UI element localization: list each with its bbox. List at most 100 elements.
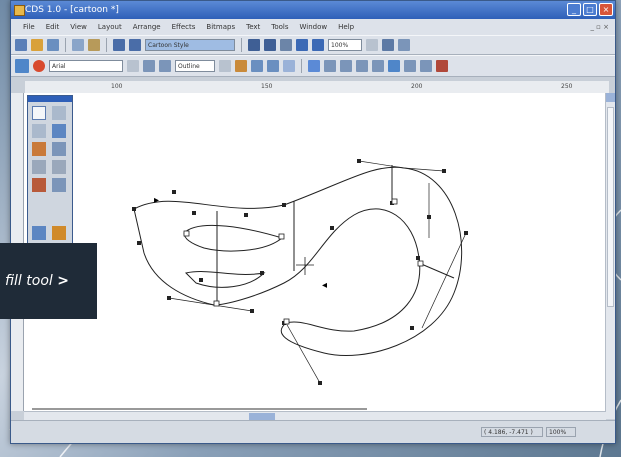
menu-layout[interactable]: Layout xyxy=(98,23,122,31)
cut-icon[interactable] xyxy=(72,39,84,51)
menu-edit[interactable]: Edit xyxy=(46,23,60,31)
pen-icon[interactable] xyxy=(436,60,448,72)
toolbar-separator xyxy=(301,59,302,73)
mdi-controls[interactable]: _ ▫ × xyxy=(590,23,609,31)
dropdown-arrow-icon[interactable] xyxy=(366,39,378,51)
control-handle[interactable] xyxy=(403,167,445,172)
auto-close-icon[interactable] xyxy=(420,60,432,72)
columns-icon[interactable] xyxy=(280,39,292,51)
undo-icon[interactable] xyxy=(113,39,125,51)
fill-tool-icon[interactable] xyxy=(52,226,66,240)
horizontal-scroll-thumb[interactable] xyxy=(249,413,275,420)
paste-icon[interactable] xyxy=(88,39,100,51)
align-icon[interactable] xyxy=(143,60,155,72)
title-bar: CDS 1.0 - [cartoon *] _ □ × xyxy=(11,1,615,19)
inner-shape[interactable] xyxy=(183,224,284,252)
app-icon xyxy=(14,5,25,16)
menu-file[interactable]: File xyxy=(23,23,35,31)
vertical-scrollbar[interactable] xyxy=(605,93,615,419)
launcher-icon[interactable] xyxy=(382,39,394,51)
menu-effects[interactable]: Effects xyxy=(172,23,196,31)
status-bar: ( 4.186, -7.471 ) 100% xyxy=(11,420,615,443)
zoom-tool-icon[interactable] xyxy=(52,124,66,138)
freehand-tool-icon[interactable] xyxy=(32,142,46,156)
callout-arrow: > xyxy=(57,273,69,289)
selected-nodes[interactable] xyxy=(183,198,424,325)
view-icon[interactable] xyxy=(296,39,308,51)
vertical-scroll-thumb[interactable] xyxy=(607,107,614,307)
menu-arrange[interactable]: Arrange xyxy=(133,23,161,31)
close-button[interactable]: × xyxy=(599,3,613,16)
join-nodes-icon[interactable] xyxy=(267,60,279,72)
pointer-icon: ▸ xyxy=(154,195,159,206)
options-icon[interactable] xyxy=(398,39,410,51)
toolbar-separator xyxy=(65,38,66,52)
menu-bitmaps[interactable]: Bitmaps xyxy=(206,23,235,31)
outline-select[interactable]: Outline xyxy=(175,60,215,72)
fill-tool-callout: fill tool > xyxy=(0,243,97,319)
toolbox-header[interactable] xyxy=(28,96,72,102)
font-select[interactable]: Arial xyxy=(49,60,123,72)
record-icon[interactable] xyxy=(33,60,45,72)
eyedropper-tool-icon[interactable] xyxy=(32,226,46,240)
toolbar-separator xyxy=(241,38,242,52)
window-title: CDS 1.0 - [cartoon *] xyxy=(25,5,119,15)
shape-tool-icon[interactable] xyxy=(52,106,66,120)
ruler-label: 200 xyxy=(411,83,423,90)
to-curve-icon[interactable] xyxy=(324,60,336,72)
zoom-in-icon[interactable] xyxy=(248,39,260,51)
zoom-level-select[interactable]: 100% xyxy=(328,39,362,51)
toolbar-separator xyxy=(106,38,107,52)
menu-tools[interactable]: Tools xyxy=(271,23,288,31)
open-icon[interactable] xyxy=(31,39,43,51)
extend-icon[interactable] xyxy=(404,60,416,72)
app-window: CDS 1.0 - [cartoon *] _ □ × File Edit Vi… xyxy=(10,0,616,444)
menu-view[interactable]: View xyxy=(70,23,87,31)
break-curve-icon[interactable] xyxy=(283,60,295,72)
symmetric-icon[interactable] xyxy=(372,60,384,72)
menu-text[interactable]: Text xyxy=(246,23,260,31)
pick-mode-icon[interactable] xyxy=(15,59,29,73)
pick-tool-icon[interactable] xyxy=(32,106,46,120)
ruler-label: 250 xyxy=(561,83,573,90)
node-add-icon[interactable] xyxy=(235,60,247,72)
distribute-icon[interactable] xyxy=(159,60,171,72)
ellipse-tool-icon[interactable] xyxy=(32,160,46,174)
inner-shape[interactable] xyxy=(184,271,266,288)
redo-icon[interactable] xyxy=(129,39,141,51)
reverse-icon[interactable] xyxy=(388,60,400,72)
minimize-button[interactable]: _ xyxy=(567,3,581,16)
to-line-icon[interactable] xyxy=(308,60,320,72)
interactive-tool-icon[interactable] xyxy=(32,178,46,192)
callout-text: fill tool xyxy=(5,273,53,289)
text-tool-icon[interactable] xyxy=(52,160,66,174)
dropdown-arrow-icon[interactable] xyxy=(219,60,231,72)
node-delete-icon[interactable] xyxy=(251,60,263,72)
property-bar: Arial Outline xyxy=(11,55,615,77)
scroll-up-icon[interactable] xyxy=(606,93,615,102)
ruler-label: 100 xyxy=(111,83,123,90)
control-handle[interactable] xyxy=(358,160,405,169)
zoom-out-icon[interactable] xyxy=(264,39,276,51)
style-field[interactable]: Cartoon Style xyxy=(145,39,235,51)
maximize-button[interactable]: □ xyxy=(583,3,597,16)
new-icon[interactable] xyxy=(15,39,27,51)
ruler-label: 150 xyxy=(261,83,273,90)
save-icon[interactable] xyxy=(47,39,59,51)
standard-toolbar: Cartoon Style 100% xyxy=(11,35,615,55)
menu-window[interactable]: Window xyxy=(300,23,328,31)
smooth-icon[interactable] xyxy=(356,60,368,72)
page-icon[interactable] xyxy=(312,39,324,51)
drawing-canvas[interactable]: ◂ ▸ xyxy=(24,93,608,411)
status-zoom: 100% xyxy=(546,427,576,437)
menu-help[interactable]: Help xyxy=(338,23,354,31)
toolbox xyxy=(27,95,73,257)
outline-tool-icon[interactable] xyxy=(52,178,66,192)
rectangle-tool-icon[interactable] xyxy=(52,142,66,156)
control-handle[interactable] xyxy=(285,322,321,384)
control-handle[interactable] xyxy=(421,232,467,329)
cursor-marker-icon: ◂ xyxy=(322,280,327,291)
cusp-icon[interactable] xyxy=(340,60,352,72)
dropdown-arrow-icon[interactable] xyxy=(127,60,139,72)
knife-tool-icon[interactable] xyxy=(32,124,46,138)
